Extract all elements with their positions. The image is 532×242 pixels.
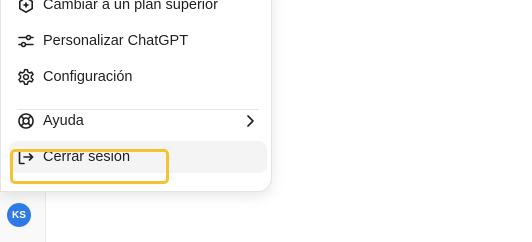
account-menu: Cambiar a un plan superior Personalizar … — [0, 0, 272, 192]
logout-label: Cerrar sesión — [43, 149, 131, 165]
settings-menu-item[interactable]: Configuración — [9, 61, 267, 93]
help-menu-item[interactable]: Ayuda — [9, 105, 267, 137]
customize-chatgpt-menu-item[interactable]: Personalizar ChatGPT — [9, 25, 267, 57]
logout-icon — [17, 148, 35, 166]
avatar[interactable]: KS — [7, 203, 31, 227]
help-label: Ayuda — [43, 113, 84, 129]
sliders-icon — [17, 32, 35, 50]
upgrade-plan-icon — [17, 0, 35, 14]
gear-icon — [17, 68, 35, 86]
lifebuoy-icon — [17, 112, 35, 130]
settings-label: Configuración — [43, 69, 133, 85]
logout-menu-item[interactable]: Cerrar sesión — [9, 141, 267, 173]
app-root: Cambiar a un plan superior Personalizar … — [0, 0, 532, 242]
upgrade-plan-label: Cambiar a un plan superior — [43, 0, 218, 13]
customize-chatgpt-label: Personalizar ChatGPT — [43, 33, 189, 49]
upgrade-plan-menu-item[interactable]: Cambiar a un plan superior — [9, 0, 267, 21]
chevron-right-icon — [243, 113, 257, 129]
